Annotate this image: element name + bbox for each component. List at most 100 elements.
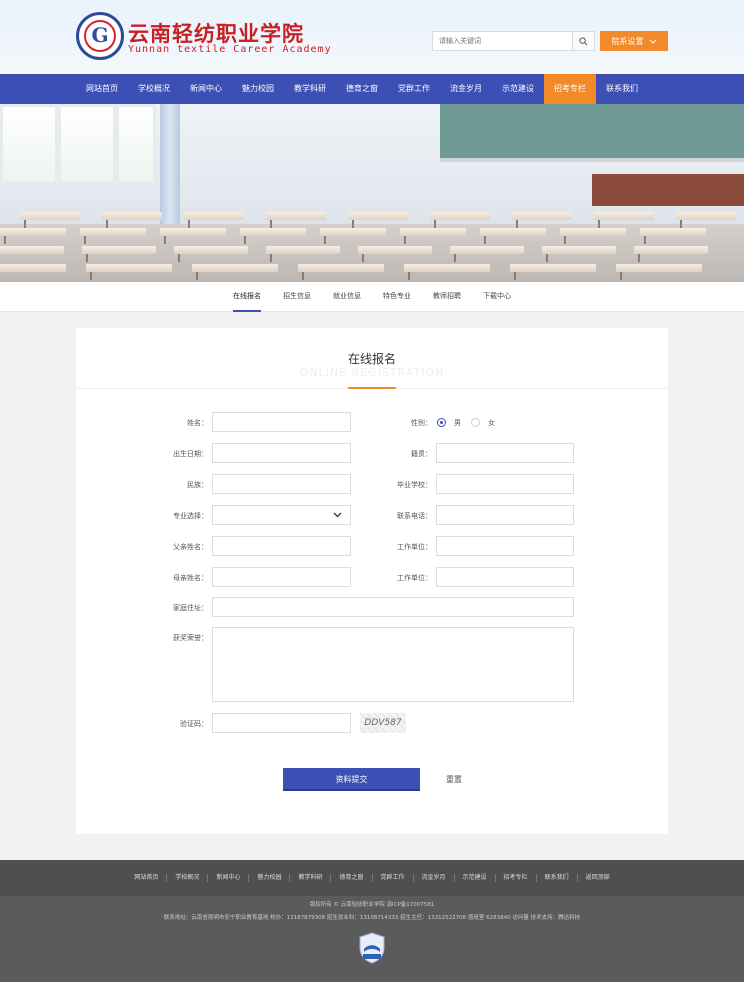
desk-leg (546, 254, 548, 262)
desk-leg (324, 236, 326, 244)
desk-leg (24, 220, 26, 228)
banner-podium (592, 174, 744, 206)
native-place-label: 籍贯： (411, 450, 432, 458)
nav-item-news[interactable]: 新闻中心 (180, 74, 232, 104)
footer-link-campus[interactable]: 魅力校园 (249, 874, 291, 882)
form-title-en: ONLINE REGISTRATION (299, 366, 445, 379)
father-work-label: 工作单位： (397, 543, 432, 551)
desk-shape (450, 246, 524, 254)
footer-link-party[interactable]: 党群工作 (373, 874, 414, 882)
nav-item-contact[interactable]: 联系我们 (596, 74, 648, 104)
phone-label: 联系电话： (397, 512, 432, 520)
reset-button[interactable]: 重置 (446, 768, 462, 791)
desk-leg (644, 236, 646, 244)
desk-leg (86, 254, 88, 262)
search-box (432, 31, 595, 51)
nav-item-party[interactable]: 党群工作 (388, 74, 440, 104)
footer-link-research[interactable]: 教学科研 (290, 874, 332, 882)
footer-link-contact[interactable]: 联系我们 (537, 874, 578, 882)
phone-input[interactable] (436, 505, 574, 525)
captcha-input[interactable] (212, 713, 351, 733)
major-select[interactable] (212, 505, 351, 525)
nav-item-about[interactable]: 学校概况 (128, 74, 180, 104)
banner-blackboard (440, 104, 744, 162)
birth-label: 出生日期： (173, 450, 208, 458)
birth-date-input[interactable] (212, 443, 351, 463)
nav-item-moral[interactable]: 德育之窗 (336, 74, 388, 104)
father-name-label: 父亲姓名： (173, 543, 208, 551)
father-work-input[interactable] (436, 536, 574, 556)
mother-work-label: 工作单位： (397, 574, 432, 582)
nav-item-demo[interactable]: 示范建设 (492, 74, 544, 104)
search-input[interactable] (433, 32, 573, 50)
desk-leg (178, 254, 180, 262)
subnav-item-downloads[interactable]: 下载中心 (483, 282, 511, 312)
site-footer: 网站首页 学校概况 新闻中心 魅力校园 教学科研 德育之窗 党群工作 流金岁月 … (0, 860, 744, 982)
footer-link-top[interactable]: 返回顶部 (578, 874, 618, 882)
government-badge[interactable] (358, 932, 386, 964)
mother-name-input[interactable] (212, 567, 351, 587)
desk-shape (86, 264, 172, 272)
dept-settings-button[interactable]: 院系设置 (600, 31, 668, 51)
footer-link-history[interactable]: 流金岁月 (414, 874, 455, 882)
footer-link-admission[interactable]: 招考专栏 (496, 874, 537, 882)
honors-textarea[interactable] (212, 627, 574, 702)
desk-shape (640, 228, 706, 236)
captcha-image[interactable]: DDV587 (360, 713, 406, 733)
subnav-item-employment[interactable]: 就业信息 (333, 282, 361, 312)
shield-icon (359, 932, 385, 964)
desk-leg (516, 220, 518, 228)
desk-leg (4, 236, 6, 244)
mother-work-input[interactable] (436, 567, 574, 587)
footer-link-moral[interactable]: 德育之窗 (331, 874, 373, 882)
subnav-item-featured-majors[interactable]: 特色专业 (383, 282, 411, 312)
desk-leg (352, 220, 354, 228)
gender-female-text: 女 (488, 419, 495, 427)
nav-item-home[interactable]: 网站首页 (76, 74, 128, 104)
ethnic-input[interactable] (212, 474, 351, 494)
address-input[interactable] (212, 597, 574, 617)
footer-link-demo[interactable]: 示范建设 (455, 874, 496, 882)
desk-shape (266, 212, 326, 220)
nav-item-research[interactable]: 教学科研 (284, 74, 336, 104)
desk-shape (266, 246, 340, 254)
desk-leg (362, 254, 364, 262)
footer-link-about[interactable]: 学校概况 (167, 874, 209, 882)
desk-shape (348, 212, 408, 220)
father-name-input[interactable] (212, 536, 351, 556)
footer-copyright: 版权所有 © 云南轻纺职业学院 滇ICP备17007581 (309, 902, 435, 908)
desk-shape (298, 264, 384, 272)
desk-shape (510, 264, 596, 272)
banner-window (58, 104, 116, 184)
desk-shape (634, 246, 708, 254)
subnav-item-teacher-recruitment[interactable]: 教师招聘 (433, 282, 461, 312)
gender-female-radio[interactable] (471, 418, 480, 427)
subnav-item-online-registration[interactable]: 在线报名 (233, 282, 261, 312)
desk-leg (598, 220, 600, 228)
desk-shape (160, 228, 226, 236)
title-underline (348, 387, 396, 389)
nav-item-admission[interactable]: 招考专栏 (544, 74, 596, 104)
desk-shape (480, 228, 546, 236)
name-input[interactable] (212, 412, 351, 432)
desk-leg (638, 254, 640, 262)
classroom-banner (0, 104, 744, 282)
ethnic-label: 民族： (187, 481, 208, 489)
gender-male-radio[interactable] (437, 418, 446, 427)
school-logo[interactable]: G (76, 12, 124, 60)
banner-curtain (160, 104, 180, 234)
subnav-item-admission-info[interactable]: 招生信息 (283, 282, 311, 312)
footer-link-home[interactable]: 网站首页 (126, 874, 168, 882)
search-button[interactable] (572, 32, 594, 50)
desk-shape (400, 228, 466, 236)
chevron-down-icon (333, 512, 342, 518)
desk-shape (80, 228, 146, 236)
mother-name-label: 母亲姓名： (173, 574, 208, 582)
nav-item-history[interactable]: 流金岁月 (440, 74, 492, 104)
submit-button[interactable]: 资料提交 (283, 768, 420, 791)
nav-item-campus[interactable]: 魅力校园 (232, 74, 284, 104)
footer-link-news[interactable]: 新闻中心 (208, 874, 250, 882)
desk-leg (564, 236, 566, 244)
graduate-school-input[interactable] (436, 474, 574, 494)
native-place-input[interactable] (436, 443, 574, 463)
